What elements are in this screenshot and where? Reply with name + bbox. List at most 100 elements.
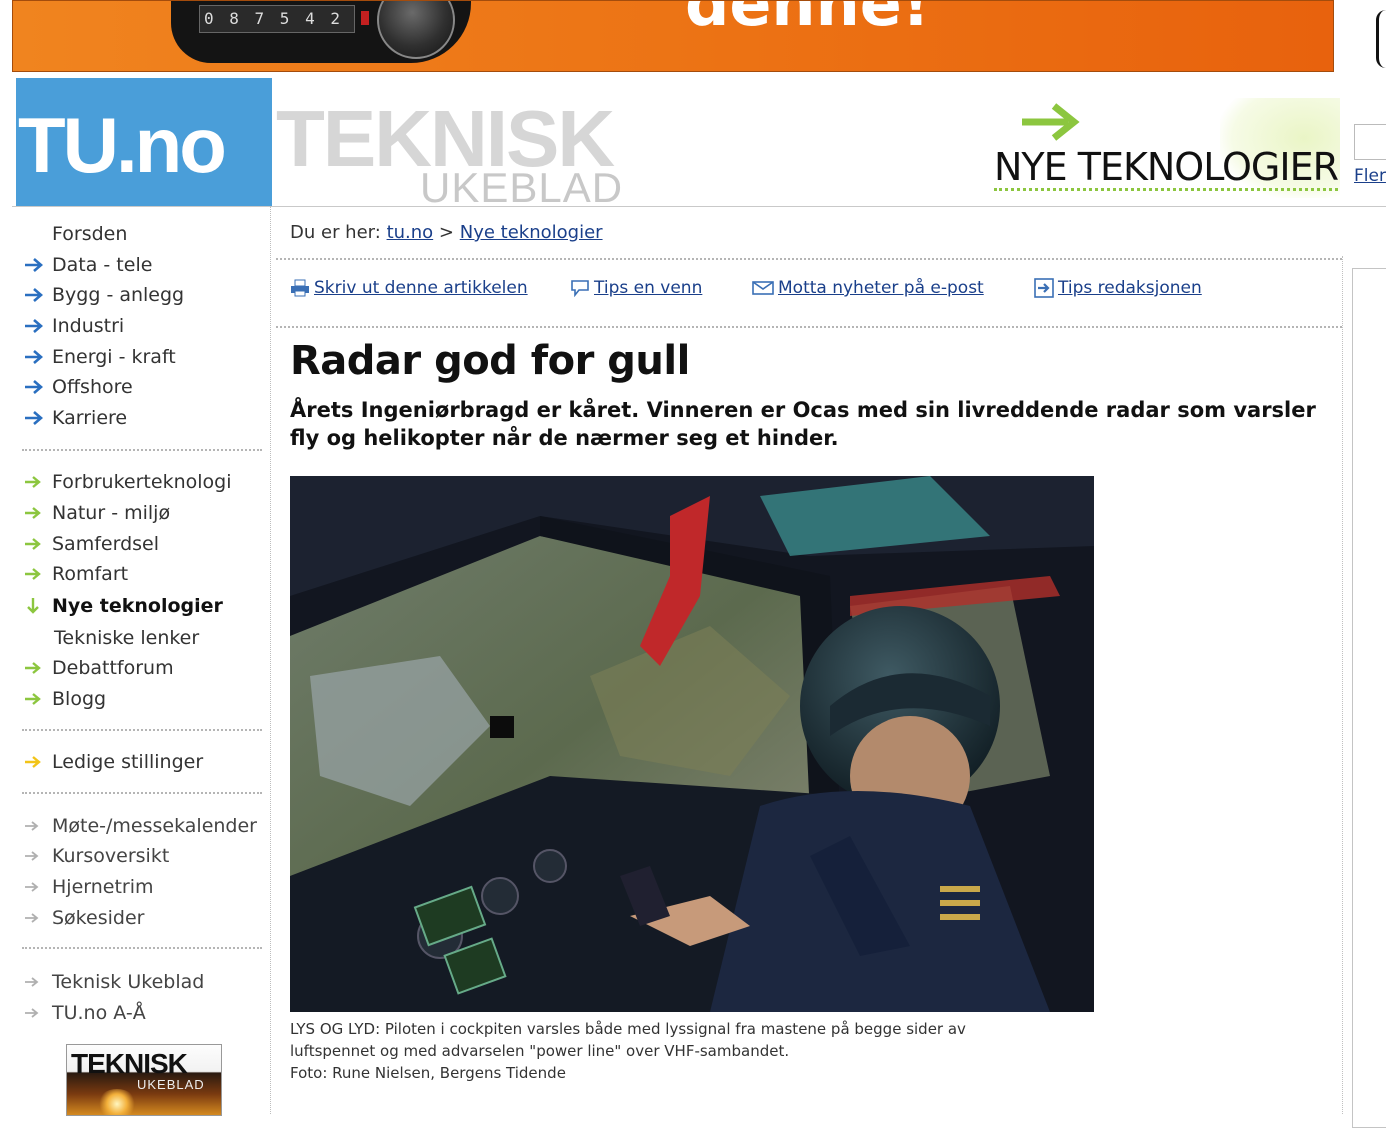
sidebar-item-label: Kursoversikt xyxy=(52,845,170,867)
sidebar-item-teknisk-ukeblad[interactable]: Teknisk Ukeblad xyxy=(24,968,204,996)
sidebar-item-label: Karriere xyxy=(52,407,128,429)
speech-bubble-icon xyxy=(571,280,589,297)
gray-arrow-icon xyxy=(25,821,39,831)
sidebar-item-mote-messekalender[interactable]: Møte-/messekalender xyxy=(24,812,257,840)
sidebar-item-label: Blogg xyxy=(52,688,107,710)
banner-device-dial xyxy=(377,1,455,59)
photo-credit: Foto: Rune Nielsen, Bergens Tidende xyxy=(290,1064,566,1082)
sidebar-item-bygg-anlegg[interactable]: Bygg - anlegg xyxy=(24,281,184,309)
sidebar-item-forbrukerteknologi[interactable]: Forbrukerteknologi xyxy=(24,468,231,496)
sidebar-item-tekniske-lenker[interactable]: Tekniske lenker xyxy=(24,624,199,652)
sidebar-item-kursoversikt[interactable]: Kursoversikt xyxy=(24,842,169,870)
sidebar-item-label: Offshore xyxy=(52,376,133,398)
sidebar-item-label: Tekniske lenker xyxy=(54,627,200,649)
green-arrow-icon xyxy=(25,507,41,519)
banner-slogan: denne! xyxy=(685,0,931,40)
cockpit-photo xyxy=(290,476,1094,1012)
sidebar-item-label: Debattforum xyxy=(52,657,174,679)
breadcrumb-home-link[interactable]: tu.no xyxy=(387,222,434,243)
content-right-border xyxy=(1342,256,1343,1114)
breadcrumb-separator: > xyxy=(438,222,454,243)
sidebar-item-samferdsel[interactable]: Samferdsel xyxy=(24,530,159,558)
envelope-icon xyxy=(752,281,774,295)
gray-arrow-icon xyxy=(25,913,39,923)
search-box[interactable] xyxy=(1354,124,1386,160)
sidebar-item-label: Industri xyxy=(52,315,125,337)
green-down-arrow-icon xyxy=(27,598,39,614)
banner-device-display: 0 8 7 5 4 2 xyxy=(199,5,355,33)
sidebar-item-nye-teknologier[interactable]: Nye teknologier xyxy=(24,592,223,620)
masthead-ukeblad: UKEBLAD xyxy=(420,164,624,211)
email-news-link[interactable]: Motta nyheter på e-post xyxy=(752,278,984,298)
sidebar-item-label: Forsden xyxy=(52,223,128,245)
sidebar-item-forsiden[interactable]: Forsden xyxy=(24,220,127,248)
sidebar-divider xyxy=(22,449,262,451)
tip-editors-link[interactable]: Tips redaksjonen xyxy=(1034,278,1202,298)
gray-arrow-icon xyxy=(25,882,39,892)
sidebar-divider xyxy=(22,792,262,794)
banner-right-edge xyxy=(1376,10,1386,68)
tip-editors-label: Tips redaksjonen xyxy=(1058,278,1202,298)
sidebar-item-label: Nye teknologier xyxy=(52,595,223,617)
sidebar-item-debattforum[interactable]: Debattforum xyxy=(24,654,174,682)
sidebar-item-data-tele[interactable]: Data - tele xyxy=(24,251,152,279)
blue-arrow-icon xyxy=(25,350,43,364)
gray-arrow-icon xyxy=(25,851,39,861)
article-lead: Årets Ingeniørbragd er kåret. Vinneren e… xyxy=(290,398,1316,450)
blue-arrow-icon xyxy=(25,380,43,394)
sidebar-divider xyxy=(22,947,262,949)
magazine-subtitle: UKEBLAD xyxy=(137,1077,205,1092)
sidebar-item-label: Samferdsel xyxy=(52,533,159,555)
green-arrow-icon xyxy=(25,662,41,674)
blue-arrow-icon xyxy=(25,258,43,272)
sidebar-item-label: Bygg - anlegg xyxy=(52,284,185,306)
sidebar-item-blogg[interactable]: Blogg xyxy=(24,685,106,713)
blue-arrow-icon xyxy=(25,319,43,333)
yellow-arrow-icon xyxy=(25,756,41,768)
caption-line-2: luftspennet og med advarselen "power lin… xyxy=(290,1042,790,1060)
sidebar-item-industri[interactable]: Industri xyxy=(24,312,124,340)
sidebar-item-label: Romfart xyxy=(52,563,129,585)
breadcrumb-current-link[interactable]: Nye teknologier xyxy=(460,222,603,243)
gray-arrow-icon xyxy=(25,1008,39,1018)
top-banner-ad[interactable]: 0 8 7 5 4 2 denne! xyxy=(12,0,1334,72)
toolbar-divider-top xyxy=(276,258,1342,260)
sidebar-item-hjernetrim[interactable]: Hjernetrim xyxy=(24,873,154,901)
arrow-box-icon xyxy=(1034,278,1054,298)
sidebar-item-label: Data - tele xyxy=(52,254,153,276)
tu-logo[interactable]: TU.no xyxy=(16,78,272,206)
sidebar-item-label: Natur - miljø xyxy=(52,502,171,524)
sidebar-item-offshore[interactable]: Offshore xyxy=(24,373,133,401)
breadcrumb-prefix: Du er her: xyxy=(290,222,381,243)
sidebar-item-label: Teknisk Ukeblad xyxy=(52,971,205,993)
breadcrumb: Du er her: tu.no > Nye teknologier xyxy=(290,222,603,243)
banner-device-image: 0 8 7 5 4 2 xyxy=(171,1,471,63)
sidebar-item-label: TU.no A-Å xyxy=(52,1002,146,1024)
sidebar-item-romfart[interactable]: Romfart xyxy=(24,560,128,588)
magazine-cover[interactable]: TEKNISK UKEBLAD xyxy=(66,1044,222,1116)
section-title: NYE TEKNOLOGIER xyxy=(994,145,1339,191)
caption-line-1: LYS OG LYD: Piloten i cockpiten varsles … xyxy=(290,1020,966,1038)
flere-link[interactable]: Fler xyxy=(1354,166,1386,186)
sidebar-item-tu-a-a[interactable]: TU.no A-Å xyxy=(24,999,146,1027)
magazine-cover-art xyxy=(97,1089,137,1115)
sidebar-item-ledige-stillinger[interactable]: Ledige stillinger xyxy=(24,748,203,776)
sidebar-item-label: Forbrukerteknologi xyxy=(52,471,232,493)
sidebar-item-karriere[interactable]: Karriere xyxy=(24,404,127,432)
sidebar-item-label: Energi - kraft xyxy=(52,346,176,368)
blue-arrow-icon xyxy=(25,411,43,425)
sidebar-item-natur-miljo[interactable]: Natur - miljø xyxy=(24,499,170,527)
green-arrow-icon xyxy=(1022,103,1080,141)
sidebar-item-sokesider[interactable]: Søkesider xyxy=(24,904,144,932)
tips-friend-link[interactable]: Tips en venn xyxy=(570,278,702,298)
sidebar-item-label: Ledige stillinger xyxy=(52,751,204,773)
email-news-label: Motta nyheter på e-post xyxy=(778,278,984,298)
sidebar-item-label: Hjernetrim xyxy=(52,876,154,898)
banner-device-button xyxy=(361,11,369,25)
green-arrow-icon xyxy=(25,568,41,580)
green-arrow-icon xyxy=(25,538,41,550)
print-article-link[interactable]: Skriv ut denne artikkelen xyxy=(290,278,528,298)
sidebar-item-energi-kraft[interactable]: Energi - kraft xyxy=(24,343,176,371)
printer-icon xyxy=(291,279,309,297)
toolbar-divider-bottom xyxy=(276,326,1342,328)
